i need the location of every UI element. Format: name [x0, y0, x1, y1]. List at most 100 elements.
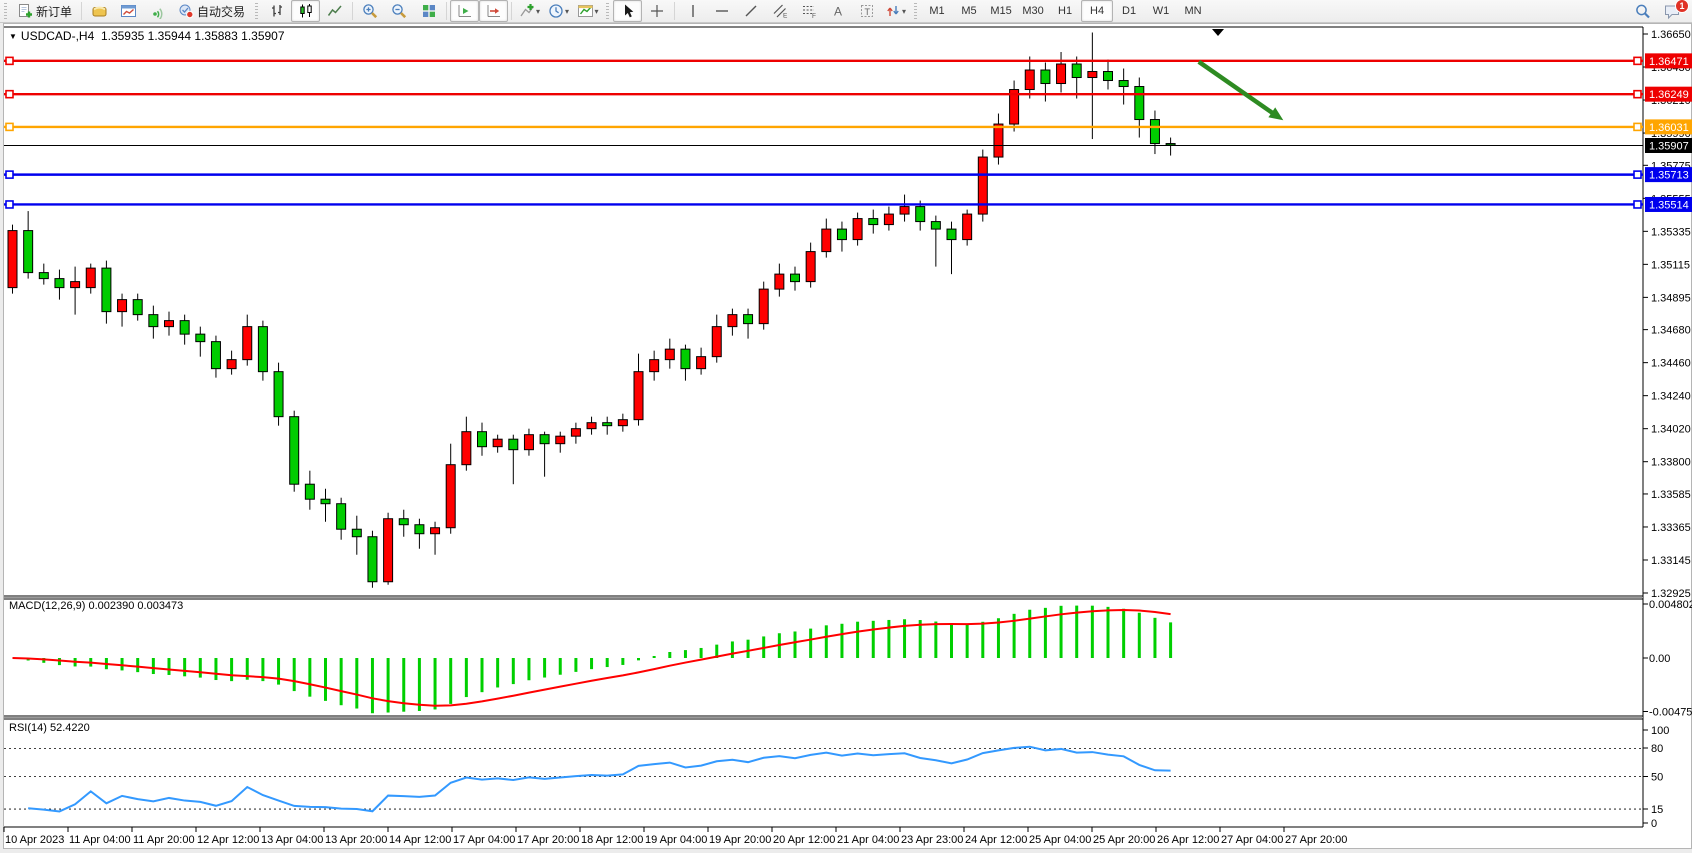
price-tick-label: 1.34240: [1651, 391, 1691, 403]
price-tick-label: 1.34680: [1651, 325, 1691, 337]
vertical-line-button[interactable]: [678, 0, 707, 22]
line-chart-icon: [327, 3, 343, 19]
price-tick-label: 1.35115: [1651, 259, 1690, 271]
auto-scroll-button[interactable]: [450, 0, 479, 22]
time-axis: 10 Apr 202311 Apr 04:0011 Apr 20:0012 Ap…: [4, 827, 1347, 846]
candle-bullish: [587, 423, 596, 429]
timeframe-m15[interactable]: M15: [985, 0, 1017, 22]
new-order-button[interactable]: 新订单: [11, 0, 78, 22]
timeframe-m1[interactable]: M1: [921, 0, 953, 22]
rsi-tick-label: 0: [1651, 818, 1657, 830]
text-label-button[interactable]: T: [852, 0, 881, 22]
toolbar-grip[interactable]: [913, 3, 918, 19]
price-chart: 1.366501.364301.362101.359901.357751.355…: [0, 0, 1692, 853]
crosshair-button[interactable]: [642, 0, 671, 22]
candle-bullish: [556, 436, 565, 444]
price-tick-label: 1.34895: [1651, 292, 1691, 304]
chart-shift-marker[interactable]: [1212, 29, 1224, 36]
candlestick-button[interactable]: [291, 0, 320, 22]
auto-scroll-icon: [457, 3, 473, 19]
chevron-down-icon: ▾: [536, 7, 540, 16]
toolbar-grip[interactable]: [3, 3, 8, 19]
candle-bullish: [431, 528, 440, 534]
candle-bearish: [1150, 120, 1159, 144]
candlestick-icon: [298, 3, 314, 19]
timeframe-h4[interactable]: H4: [1081, 0, 1113, 22]
line-handle: [1634, 57, 1641, 64]
channel-icon: E: [772, 3, 788, 19]
timeframe-mn[interactable]: MN: [1177, 0, 1209, 22]
zoom-out-button[interactable]: [385, 0, 414, 22]
mt4-terminal: 新订单 自动交易 ▾ ▾ ▾ E F A: [0, 0, 1692, 853]
chart-shift-button[interactable]: [479, 0, 508, 22]
search-button[interactable]: [1628, 0, 1657, 22]
cursor-icon: [620, 3, 636, 19]
arrow-annotation[interactable]: [1199, 62, 1284, 121]
line-handle: [6, 123, 13, 130]
trendline-button[interactable]: [736, 0, 765, 22]
time-tick-label: 13 Apr 20:00: [325, 834, 387, 846]
svg-text:1.36471: 1.36471: [1649, 56, 1689, 68]
price-tick-label: 1.33800: [1651, 457, 1691, 469]
price-line-flag: 1.35713: [1645, 167, 1692, 182]
search-icon: [1634, 3, 1652, 20]
new-order-icon: [17, 3, 33, 19]
candle-bullish: [118, 300, 127, 312]
indicators-button[interactable]: ▾: [515, 0, 544, 22]
line-chart-button[interactable]: [320, 0, 349, 22]
bar-chart-button[interactable]: [262, 0, 291, 22]
periods-button[interactable]: ▾: [544, 0, 573, 22]
arrows-button[interactable]: ▾: [881, 0, 910, 22]
candle-bearish: [352, 529, 361, 537]
line-handle: [6, 57, 13, 64]
cursor-button[interactable]: [613, 0, 642, 22]
timeframe-h1[interactable]: H1: [1049, 0, 1081, 22]
candle-bullish: [524, 435, 533, 450]
candle-bearish: [305, 484, 314, 499]
toolbar-grip[interactable]: [254, 3, 259, 19]
notifications-button[interactable]: 1: [1657, 0, 1686, 22]
new-chart-button[interactable]: [114, 0, 143, 22]
price-line-flag: 1.36249: [1645, 87, 1692, 102]
svg-text:F: F: [812, 13, 816, 19]
horizontal-line-object[interactable]: [4, 171, 1643, 178]
zoom-in-button[interactable]: [356, 0, 385, 22]
toolbar-grip[interactable]: [605, 3, 610, 19]
text-button[interactable]: A: [823, 0, 852, 22]
candle-bullish: [8, 231, 17, 288]
candle-bearish: [258, 327, 267, 372]
candle-bearish: [869, 219, 878, 225]
time-tick-label: 26 Apr 12:00: [1157, 834, 1219, 846]
horizontal-line-object[interactable]: [4, 57, 1643, 64]
macd-tick-label: 0.00: [1649, 653, 1670, 665]
time-tick-label: 17 Apr 20:00: [517, 834, 579, 846]
horizontal-line-object[interactable]: [4, 123, 1643, 130]
horizontal-line-object[interactable]: [4, 91, 1643, 98]
candle-bullish: [571, 429, 580, 437]
autotrading-button[interactable]: 自动交易: [172, 0, 251, 22]
candle-bullish: [634, 372, 643, 420]
market-watch-button[interactable]: [85, 0, 114, 22]
line-handle: [1634, 171, 1641, 178]
fibonacci-button[interactable]: F: [794, 0, 823, 22]
timeframe-w1[interactable]: W1: [1145, 0, 1177, 22]
horizontal-line-object[interactable]: [4, 201, 1643, 208]
periods-icon: [548, 3, 564, 19]
timeframe-d1[interactable]: D1: [1113, 0, 1145, 22]
channel-button[interactable]: E: [765, 0, 794, 22]
price-tick-label: 1.33145: [1651, 555, 1691, 567]
timeframe-m30[interactable]: M30: [1017, 0, 1049, 22]
tile-windows-button[interactable]: [414, 0, 443, 22]
time-tick-label: 17 Apr 04:00: [453, 834, 515, 846]
candle-bearish: [947, 229, 956, 240]
svg-text:A: A: [834, 5, 842, 19]
horizontal-line-button[interactable]: [707, 0, 736, 22]
signals-button[interactable]: [143, 0, 172, 22]
low-value: 1.35883: [194, 29, 237, 43]
time-tick-label: 13 Apr 04:00: [261, 834, 323, 846]
open-value: 1.35935: [101, 29, 144, 43]
candle-bearish: [274, 372, 283, 417]
templates-button[interactable]: ▾: [573, 0, 602, 22]
price-line-flag: 1.36471: [1645, 53, 1692, 68]
timeframe-m5[interactable]: M5: [953, 0, 985, 22]
